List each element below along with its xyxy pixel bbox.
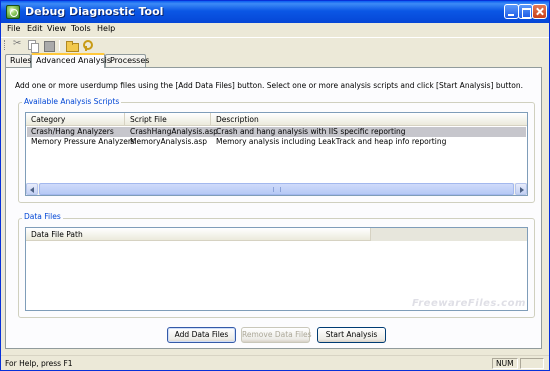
app-icon (6, 5, 20, 19)
script-row-memory-pressure[interactable]: Memory Pressure Analyzers MemoryAnalysis… (27, 137, 526, 147)
add-data-files-button[interactable]: Add Data Files (167, 327, 236, 343)
scrollbar-grip (273, 187, 281, 192)
column-data-file-path[interactable]: Data File Path (26, 228, 371, 241)
start-analysis-button[interactable]: Start Analysis (317, 327, 386, 343)
instructions-text: Add one or more userdump files using the… (15, 81, 524, 90)
minimize-button[interactable] (504, 4, 519, 19)
status-num-indicator: NUM (492, 358, 518, 369)
menu-edit[interactable]: Edit (27, 24, 43, 33)
scroll-right-icon[interactable] (515, 183, 527, 195)
script-row-crash-hang[interactable]: Crash/Hang Analyzers CrashHangAnalysis.a… (27, 127, 526, 137)
column-description[interactable]: Description (211, 113, 527, 126)
status-pane-empty (520, 358, 544, 369)
key-icon[interactable] (81, 40, 93, 51)
close-button[interactable] (532, 4, 547, 19)
row-script-file: MemoryAnalysis.asp (130, 137, 208, 146)
scrollbar-thumb[interactable] (39, 183, 514, 195)
cut-icon[interactable] (13, 38, 24, 51)
row-category: Crash/Hang Analyzers (31, 127, 114, 136)
toolbar-separator (59, 40, 60, 51)
row-category: Memory Pressure Analyzers (31, 137, 135, 146)
maximize-button[interactable] (518, 4, 533, 19)
toolbar-grip[interactable] (4, 40, 6, 50)
column-category[interactable]: Category (26, 113, 125, 126)
column-filler (371, 228, 527, 241)
open-folder-icon[interactable] (66, 40, 79, 52)
menu-file[interactable]: File (7, 24, 20, 33)
data-files-list-header: Data File Path (26, 228, 527, 241)
scripts-list-header: Category Script File Description (26, 113, 527, 126)
menu-view[interactable]: View (47, 24, 66, 33)
toolbar (1, 37, 549, 53)
remove-data-files-button[interactable]: Remove Data Files (241, 327, 312, 343)
menu-tools[interactable]: Tools (71, 24, 91, 33)
tab-rules[interactable]: Rules (5, 54, 32, 67)
menu-bar: File Edit View Tools Help (1, 23, 549, 37)
data-files-group-label: Data Files (22, 212, 63, 221)
paste-icon[interactable] (43, 40, 55, 52)
watermark: FreewareFiles.com (412, 298, 526, 309)
title-bar[interactable]: Debug Diagnostic Tool (1, 1, 549, 23)
copy-icon[interactable] (28, 40, 39, 53)
status-text: For Help, press F1 (5, 359, 73, 368)
scripts-horizontal-scrollbar[interactable] (26, 183, 527, 195)
window-title: Debug Diagnostic Tool (25, 5, 164, 18)
status-bar: For Help, press F1 NUM (1, 355, 549, 370)
row-script-file: CrashHangAnalysis.asp (130, 127, 218, 136)
main-window: Debug Diagnostic Tool File Edit View Too… (0, 0, 550, 371)
row-description: Memory analysis including LeakTrack and … (216, 137, 447, 146)
menu-help[interactable]: Help (97, 24, 115, 33)
tab-advanced-analysis[interactable]: Advanced Analysis (31, 53, 111, 68)
scroll-left-icon[interactable] (26, 183, 38, 195)
row-description: Crash and hang analysis with IIS specifi… (216, 127, 406, 136)
column-script-file[interactable]: Script File (125, 113, 211, 126)
scripts-group-label: Available Analysis Scripts (22, 97, 122, 106)
scripts-list[interactable]: Category Script File Description Crash/H… (25, 112, 528, 196)
tab-strip: Rules Advanced Analysis Processes (1, 53, 549, 68)
tab-processes[interactable]: Processes (105, 54, 149, 67)
